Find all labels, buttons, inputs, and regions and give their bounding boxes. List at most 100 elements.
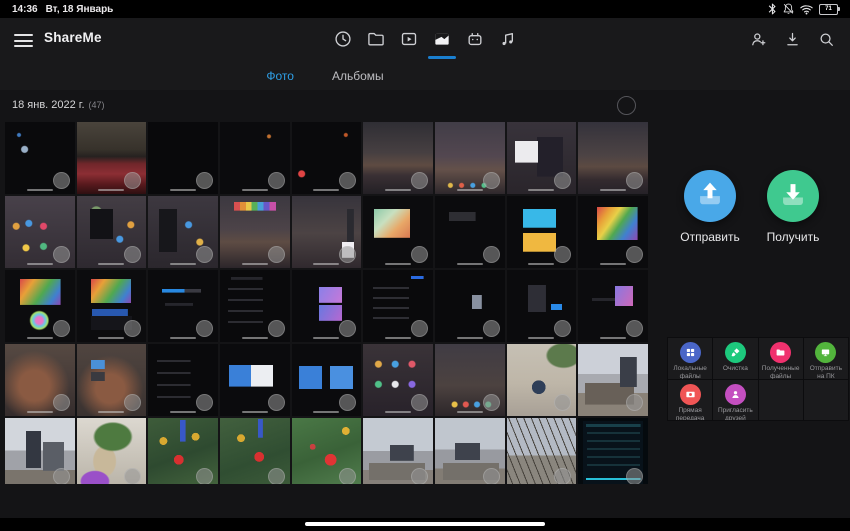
photo-thumbnail[interactable]	[507, 196, 577, 268]
thumbnail-select-circle[interactable]	[339, 394, 356, 411]
thumbnail-select-circle[interactable]	[124, 246, 141, 263]
shortcut-transfer[interactable]: Прямая передача	[668, 380, 712, 421]
home-indicator[interactable]	[305, 522, 545, 526]
photo-thumbnail[interactable]	[363, 196, 433, 268]
thumbnail-select-circle[interactable]	[411, 468, 428, 484]
thumbnail-select-circle[interactable]	[196, 246, 213, 263]
thumbnail-select-circle[interactable]	[626, 172, 643, 189]
photo-thumbnail[interactable]	[435, 122, 505, 194]
photo-thumbnail[interactable]	[77, 270, 147, 342]
thumbnail-select-circle[interactable]	[196, 172, 213, 189]
photo-thumbnail[interactable]	[5, 344, 75, 416]
thumbnail-select-circle[interactable]	[626, 394, 643, 411]
thumbnail-select-circle[interactable]	[483, 320, 500, 337]
photo-thumbnail[interactable]	[5, 122, 75, 194]
shortcut-broom[interactable]: Очистка	[713, 338, 757, 379]
photo-thumbnail[interactable]	[435, 196, 505, 268]
thumbnail-select-circle[interactable]	[626, 246, 643, 263]
shortcut-person[interactable]: Пригласить друзей	[713, 380, 757, 421]
thumbnail-select-circle[interactable]	[554, 172, 571, 189]
receive-button[interactable]	[767, 170, 819, 222]
tab-albums[interactable]: Альбомы	[332, 69, 384, 83]
thumbnail-select-circle[interactable]	[483, 394, 500, 411]
thumbnail-select-circle[interactable]	[339, 172, 356, 189]
thumbnail-select-circle[interactable]	[483, 468, 500, 484]
thumbnail-select-circle[interactable]	[268, 172, 285, 189]
thumbnail-select-circle[interactable]	[268, 468, 285, 484]
select-all-circle[interactable]	[617, 96, 636, 115]
thumbnail-select-circle[interactable]	[53, 246, 70, 263]
photo-thumbnail[interactable]	[77, 196, 147, 268]
thumbnail-select-circle[interactable]	[53, 320, 70, 337]
photo-thumbnail[interactable]	[507, 270, 577, 342]
thumbnail-select-circle[interactable]	[554, 320, 571, 337]
photo-thumbnail[interactable]	[220, 344, 290, 416]
thumbnail-select-circle[interactable]	[53, 394, 70, 411]
thumbnail-select-circle[interactable]	[124, 468, 141, 484]
thumbnail-select-circle[interactable]	[339, 468, 356, 484]
shortcut-grid[interactable]: Локальные файлы	[668, 338, 712, 379]
photo-thumbnail[interactable]	[292, 344, 362, 416]
photo-thumbnail[interactable]	[578, 196, 648, 268]
photo-thumbnail[interactable]	[5, 418, 75, 484]
photo-thumbnail[interactable]	[507, 344, 577, 416]
photo-thumbnail[interactable]	[220, 270, 290, 342]
thumbnail-select-circle[interactable]	[53, 172, 70, 189]
thumbnail-select-circle[interactable]	[554, 246, 571, 263]
photo-thumbnail[interactable]	[292, 418, 362, 484]
photo-thumbnail[interactable]	[148, 196, 218, 268]
thumbnail-select-circle[interactable]	[554, 394, 571, 411]
photo-thumbnail[interactable]	[148, 418, 218, 484]
tab-history[interactable]	[333, 29, 353, 49]
thumbnail-select-circle[interactable]	[268, 394, 285, 411]
photo-thumbnail[interactable]	[363, 122, 433, 194]
thumbnail-select-circle[interactable]	[124, 320, 141, 337]
photo-thumbnail[interactable]	[77, 418, 147, 484]
photo-thumbnail[interactable]	[435, 270, 505, 342]
thumbnail-select-circle[interactable]	[411, 246, 428, 263]
thumbnail-select-circle[interactable]	[196, 468, 213, 484]
photo-thumbnail[interactable]	[292, 270, 362, 342]
thumbnail-select-circle[interactable]	[53, 468, 70, 484]
photo-thumbnail[interactable]	[77, 122, 147, 194]
thumbnail-select-circle[interactable]	[554, 468, 571, 484]
thumbnail-select-circle[interactable]	[196, 394, 213, 411]
thumbnail-select-circle[interactable]	[483, 246, 500, 263]
tab-photo[interactable]: Фото	[266, 69, 294, 83]
shortcut-monitor[interactable]: Отправить на ПК	[804, 338, 848, 379]
invite-user-button[interactable]	[749, 30, 768, 49]
photo-thumbnail[interactable]	[507, 122, 577, 194]
photo-thumbnail[interactable]	[220, 122, 290, 194]
thumbnail-select-circle[interactable]	[483, 172, 500, 189]
thumbnail-select-circle[interactable]	[626, 320, 643, 337]
photo-thumbnail[interactable]	[435, 344, 505, 416]
thumbnail-select-circle[interactable]	[196, 320, 213, 337]
tab-images[interactable]	[432, 29, 452, 49]
photo-thumbnail[interactable]	[578, 344, 648, 416]
downloads-button[interactable]	[783, 30, 802, 49]
tab-videos[interactable]	[399, 29, 419, 49]
thumbnail-select-circle[interactable]	[411, 394, 428, 411]
photo-thumbnail[interactable]	[363, 418, 433, 484]
thumbnail-select-circle[interactable]	[626, 468, 643, 484]
thumbnail-select-circle[interactable]	[411, 320, 428, 337]
photo-thumbnail[interactable]	[507, 418, 577, 484]
photo-thumbnail[interactable]	[5, 196, 75, 268]
tab-music[interactable]	[498, 29, 518, 49]
photo-thumbnail[interactable]	[148, 122, 218, 194]
thumbnail-select-circle[interactable]	[339, 246, 356, 263]
photo-thumbnail[interactable]	[578, 418, 648, 484]
thumbnail-select-circle[interactable]	[268, 246, 285, 263]
photo-thumbnail[interactable]	[363, 344, 433, 416]
photo-thumbnail[interactable]	[578, 270, 648, 342]
photo-thumbnail[interactable]	[220, 196, 290, 268]
photo-thumbnail[interactable]	[292, 196, 362, 268]
thumbnail-select-circle[interactable]	[124, 394, 141, 411]
photo-thumbnail[interactable]	[578, 122, 648, 194]
thumbnail-select-circle[interactable]	[339, 320, 356, 337]
photo-thumbnail[interactable]	[148, 270, 218, 342]
tab-files[interactable]	[366, 29, 386, 49]
photo-thumbnail[interactable]	[148, 344, 218, 416]
send-button[interactable]	[684, 170, 736, 222]
photo-thumbnail[interactable]	[363, 270, 433, 342]
